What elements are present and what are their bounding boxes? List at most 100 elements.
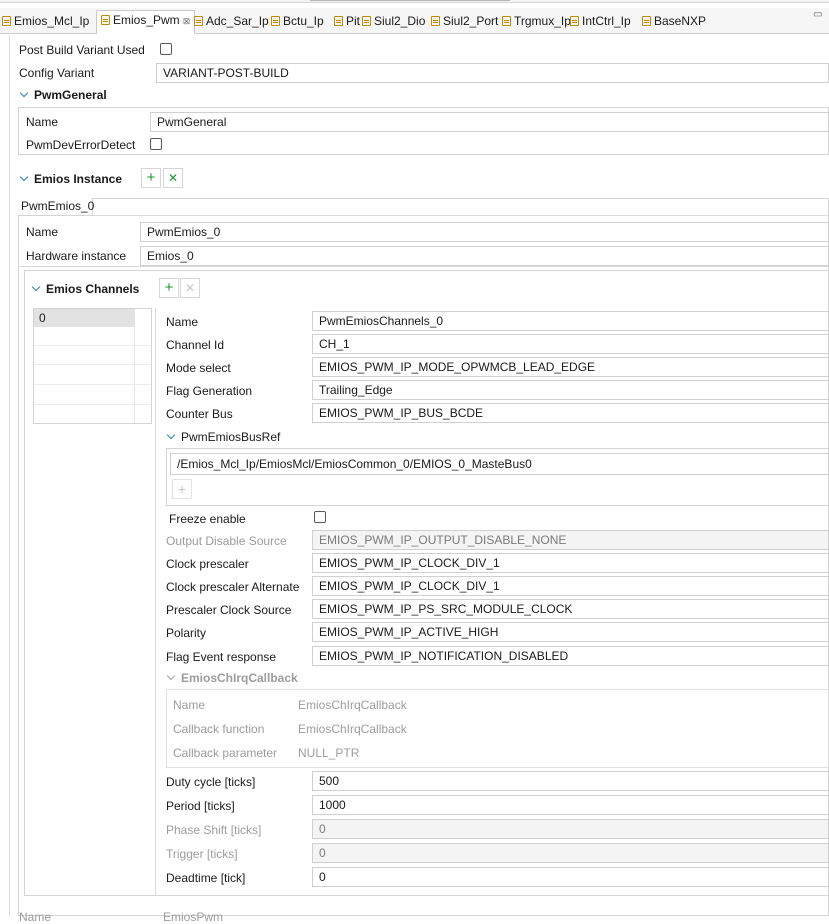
emios-instance-section[interactable]: Emios Instance [19,172,122,186]
duty-cycle-label: Duty cycle [ticks] [166,775,256,789]
chevron-down-icon [19,172,29,182]
file-icon [642,16,651,26]
period-field[interactable]: 1000 [312,795,829,815]
add-bus-ref-button[interactable]: + [172,479,192,499]
file-icon [2,16,11,26]
irq-callback-function-label: Callback function [173,722,265,736]
editor-border [9,35,10,916]
file-icon [101,15,110,25]
mode-select-field[interactable]: EMIOS_PWM_IP_MODE_OPWMCB_LEAD_EDGE [312,357,829,377]
post-build-variant-checkbox[interactable] [160,43,172,55]
post-build-variant-label: Post Build Variant Used [19,43,145,57]
add-channel-button[interactable]: + [159,278,179,298]
minimize-icon[interactable]: ▭ [813,9,823,20]
counter-bus-label: Counter Bus [166,407,233,421]
prescaler-clock-source-field[interactable]: EMIOS_PWM_IP_PS_SRC_MODULE_CLOCK [312,599,829,619]
trigger-label: Trigger [ticks] [166,847,238,861]
file-icon [194,16,203,26]
instance-divider [18,266,829,267]
details-divider [155,308,156,896]
polarity-label: Polarity [166,626,207,640]
irq-name-label: Name [173,698,206,712]
duty-cycle-field[interactable]: 500 [312,771,829,791]
irq-callback-parameter-label: Callback parameter [173,746,278,760]
list-row-line [34,345,151,346]
close-icon[interactable]: ⊠ [183,16,191,26]
chevron-down-icon [19,88,29,98]
instance-tab-pwmemios-0[interactable]: PwmEmios_0 [18,198,94,216]
period-label: Period [ticks] [166,799,235,813]
pwm-general-name-label: Name [26,115,59,129]
clock-prescaler-label: Clock prescaler [166,557,249,571]
output-disable-source-label: Output Disable Source [166,534,287,548]
flag-event-response-field[interactable]: EMIOS_PWM_IP_NOTIFICATION_DISABLED [312,646,829,666]
pwm-dev-error-detect-checkbox[interactable] [150,138,162,150]
channel-name-field[interactable]: PwmEmiosChannels_0 [312,311,829,331]
clock-prescaler-alternate-label: Clock prescaler Alternate [166,580,300,594]
chevron-down-icon [166,671,176,681]
counter-bus-field[interactable]: EMIOS_PWM_IP_BUS_BCDE [312,403,829,423]
chevron-down-icon [31,282,41,292]
hardware-instance-label: Hardware instance [26,249,127,263]
trigger-field: 0 [312,843,829,863]
channel-id-field[interactable]: CH_1 [312,334,829,354]
remove-instance-button[interactable]: ✕ [163,168,183,188]
bus-ref-field[interactable]: /Emios_Mcl_Ip/EmiosMcl/EmiosCommon_0/EMI… [170,453,829,475]
irq-callback-function-value: EmiosChIrqCallback [298,722,407,736]
pwm-dev-error-detect-label: PwmDevErrorDetect [26,138,136,152]
pwm-general-name-field[interactable]: PwmGeneral [150,112,829,132]
bottom-name-label: Name [19,910,52,924]
tab-emios-pwm[interactable]: Emios_Pwm ⊠ [96,10,196,34]
flag-generation-field[interactable]: Trailing_Edge [312,380,829,400]
pwm-emios-bus-ref-section[interactable]: PwmEmiosBusRef [166,430,280,444]
editor-tab-bar: Emios_Mcl_Ip Emios_Pwm ⊠ Adc_Sar_Ip Bctu_… [0,8,829,34]
clock-prescaler-alternate-field[interactable]: EMIOS_PWM_IP_CLOCK_DIV_1 [312,576,829,596]
freeze-enable-checkbox[interactable] [314,511,326,523]
mode-select-label: Mode select [166,361,231,375]
emios-ch-irq-callback-section[interactable]: EmiosChIrqCallback [166,671,298,685]
polarity-field[interactable]: EMIOS_PWM_IP_ACTIVE_HIGH [312,622,829,642]
emios-channels-section[interactable]: Emios Channels [31,282,139,296]
tab-basenxp[interactable]: BaseNXP [642,12,706,32]
tab-trgmux-ip[interactable]: Trgmux_Ip [502,12,571,32]
channel-id-label: Channel Id [166,338,225,352]
tab-bctu-ip[interactable]: Bctu_Ip [271,12,324,32]
channel-name-label: Name [166,315,199,329]
add-instance-button[interactable]: + [141,168,161,188]
list-column-divider [134,309,135,423]
tab-adc-sar-ip[interactable]: Adc_Sar_Ip [194,12,269,32]
flag-event-response-label: Flag Event response [166,650,277,664]
irq-callback-parameter-value: NULL_PTR [298,746,360,760]
hardware-instance-field[interactable]: Emios_0 [140,246,829,266]
config-variant-field[interactable]: VARIANT-POST-BUILD [156,63,829,83]
channel-list-item[interactable]: 0 [34,309,134,327]
top-toolbar-cut [0,0,829,3]
file-icon [334,16,343,26]
file-icon [431,16,440,26]
tab-pit[interactable]: Pit [334,12,360,32]
instance-name-field[interactable]: PwmEmios_0 [140,222,829,242]
freeze-enable-label: Freeze enable [169,512,246,526]
instance-tab-underline [93,215,829,216]
deadtime-field[interactable]: 0 [312,867,829,887]
tab-emios-mcl-ip[interactable]: Emios_Mcl_Ip [2,12,89,32]
prescaler-clock-source-label: Prescaler Clock Source [166,603,292,617]
tab-siul2-dio[interactable]: Siul2_Dio [362,12,425,32]
clock-prescaler-field[interactable]: EMIOS_PWM_IP_CLOCK_DIV_1 [312,553,829,573]
config-variant-label: Config Variant [19,66,95,80]
pwm-general-section[interactable]: PwmGeneral [19,88,107,102]
tab-intctrl-ip[interactable]: IntCtrl_Ip [570,12,631,32]
output-disable-source-field: EMIOS_PWM_IP_OUTPUT_DISABLE_NONE [312,530,829,550]
chevron-down-icon [166,430,176,440]
flag-generation-label: Flag Generation [166,384,253,398]
bottom-name-value: EmiosPwm [163,910,224,924]
instance-name-label: Name [26,225,59,239]
remove-channel-button[interactable]: ✕ [180,278,200,298]
toolbar-field-cut [310,0,510,1]
deadtime-label: Deadtime [tick] [166,871,246,885]
file-icon [570,16,579,26]
tab-siul2-port[interactable]: Siul2_Port [431,12,498,32]
list-row-line [34,364,151,365]
list-row-line [34,404,151,405]
file-icon [271,16,280,26]
